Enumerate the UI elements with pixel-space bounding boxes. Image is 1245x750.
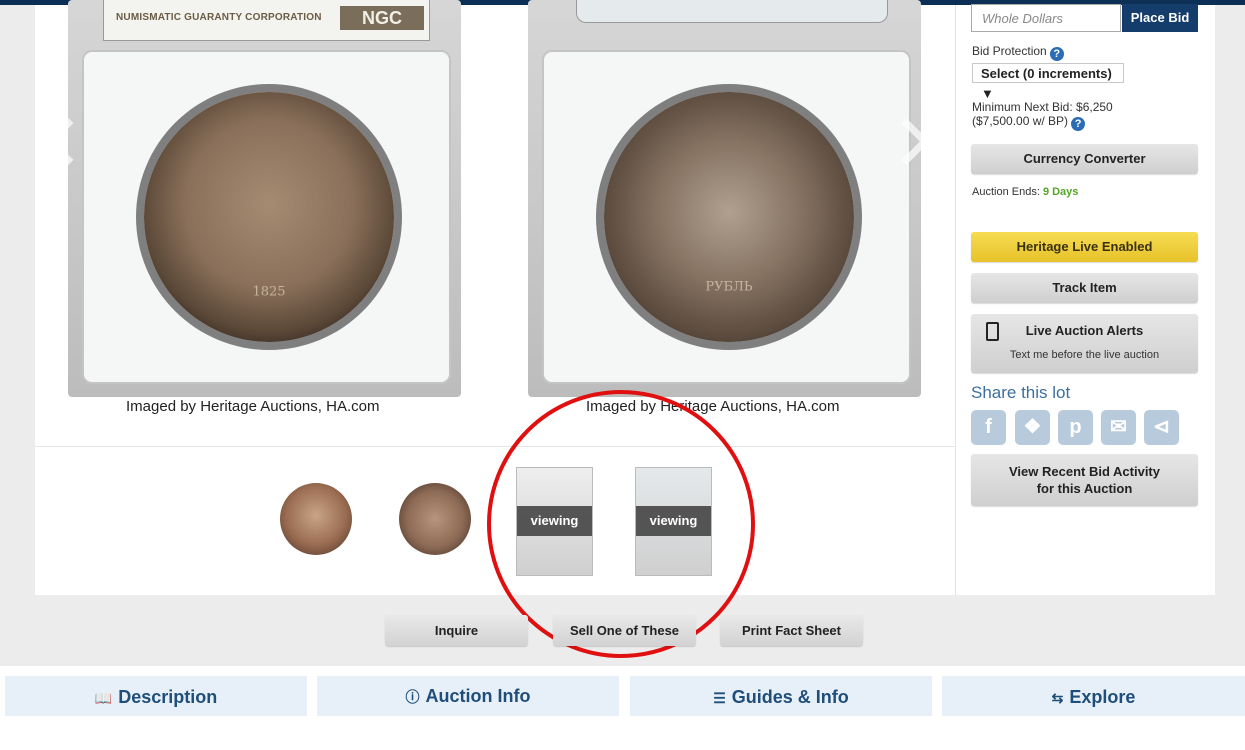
track-item-button[interactable]: Track Item bbox=[971, 273, 1198, 303]
pinterest-icon[interactable]: p bbox=[1058, 410, 1093, 445]
heritage-live-button[interactable]: Heritage Live Enabled bbox=[971, 232, 1198, 262]
help-icon[interactable]: ? bbox=[1071, 117, 1086, 131]
print-fact-sheet-button[interactable]: Print Fact Sheet bbox=[720, 615, 863, 646]
coin-reverse-image[interactable]: РУБЛЬ bbox=[528, 0, 921, 397]
divider bbox=[35, 446, 955, 447]
viewing-overlay: viewing bbox=[636, 506, 711, 536]
tab-label: Guides & Info bbox=[731, 687, 849, 707]
thumbnail-slab-back[interactable]: viewing bbox=[635, 467, 712, 576]
coin-date: 1825 bbox=[252, 284, 286, 300]
auction-ends-value: 9 Days bbox=[1042, 186, 1079, 198]
image-caption: Imaged by Heritage Auctions, HA.com bbox=[586, 398, 840, 415]
list-icon: ☰ bbox=[713, 690, 726, 706]
bid-protection-label: Bid Protection bbox=[972, 44, 1047, 58]
place-bid-button[interactable]: Place Bid bbox=[1122, 4, 1198, 32]
image-caption: Imaged by Heritage Auctions, HA.com bbox=[126, 398, 380, 415]
dropdown-caret-icon: ▼ bbox=[981, 86, 994, 101]
ngc-logo: NGC bbox=[340, 6, 424, 30]
share-label: Share this lot bbox=[971, 383, 1071, 402]
bid-amount-input[interactable]: Whole Dollars bbox=[971, 4, 1121, 32]
right-gutter bbox=[1215, 5, 1245, 595]
slab-insert: 1825 bbox=[82, 50, 451, 384]
recent-bid-activity-button[interactable]: View Recent Bid Activity for this Auctio… bbox=[971, 454, 1198, 506]
recent-bids-line1: View Recent Bid Activity bbox=[1009, 464, 1160, 479]
tab-label: Explore bbox=[1069, 687, 1136, 707]
slab-insert: РУБЛЬ bbox=[542, 50, 911, 384]
currency-converter-button[interactable]: Currency Converter bbox=[971, 144, 1198, 174]
book-icon: 📖 bbox=[94, 690, 113, 706]
live-auction-alerts-button[interactable]: Live Auction Alerts Text me before the l… bbox=[971, 314, 1198, 373]
tab-explore[interactable]: ⇆ Explore bbox=[942, 676, 1245, 716]
minimum-next-bid: Minimum Next Bid: $6,250 ($7,500.00 w/ B… bbox=[972, 100, 1113, 131]
slab-label bbox=[576, 0, 888, 23]
auction-ends: Auction Ends: 9 Days bbox=[972, 186, 1078, 198]
share-icon[interactable]: ⊲ bbox=[1144, 410, 1179, 445]
live-alerts-title: Live Auction Alerts bbox=[1025, 323, 1144, 338]
help-icon[interactable]: ? bbox=[1049, 47, 1064, 61]
min-next-bid-bp: ($7,500.00 w/ BP) bbox=[972, 114, 1069, 128]
min-next-bid-text: Minimum Next Bid: $6,250 bbox=[972, 100, 1113, 114]
coin-obverse-image[interactable]: NUMISMATIC GUARANTY CORPORATION NGC 1825 bbox=[68, 0, 461, 397]
coin-denomination: РУБЛЬ bbox=[705, 279, 753, 295]
facebook-icon[interactable]: f bbox=[971, 410, 1006, 445]
recent-bids-line2: for this Auction bbox=[1036, 481, 1133, 496]
thumbnail-slab-front[interactable]: viewing bbox=[516, 467, 593, 576]
live-alerts-subtitle: Text me before the live auction bbox=[1009, 349, 1160, 361]
viewing-overlay: viewing bbox=[517, 506, 592, 536]
bid-protection-select[interactable]: Select (0 increments) ▼ bbox=[972, 63, 1124, 101]
tab-description[interactable]: 📖 Description bbox=[5, 676, 307, 716]
slab-label-text: NUMISMATIC GUARANTY CORPORATION bbox=[116, 12, 322, 23]
sell-one-button[interactable]: Sell One of These bbox=[553, 615, 696, 646]
inquire-button[interactable]: Inquire bbox=[385, 615, 528, 646]
tab-guides-info[interactable]: ☰ Guides & Info bbox=[630, 676, 932, 716]
info-icon: ⓘ bbox=[405, 689, 420, 705]
tab-auction-info[interactable]: ⓘ Auction Info bbox=[317, 676, 619, 716]
twitter-icon[interactable]: ❖ bbox=[1015, 410, 1050, 445]
exchange-icon: ⇆ bbox=[1051, 690, 1064, 706]
left-gutter bbox=[0, 5, 35, 595]
email-icon[interactable]: ✉ bbox=[1101, 410, 1136, 445]
thumbnail-obverse[interactable] bbox=[280, 483, 352, 555]
thumbnail-reverse[interactable] bbox=[399, 483, 471, 555]
tab-label: Description bbox=[118, 687, 218, 707]
bid-protection-row: Bid Protection? bbox=[972, 44, 1064, 61]
bid-protection-value: Select (0 increments) bbox=[981, 66, 1112, 81]
coin-obverse: 1825 bbox=[144, 92, 394, 342]
tab-label: Auction Info bbox=[425, 686, 531, 706]
auction-ends-label: Auction Ends: bbox=[972, 186, 1040, 198]
coin-reverse: РУБЛЬ bbox=[604, 92, 854, 342]
